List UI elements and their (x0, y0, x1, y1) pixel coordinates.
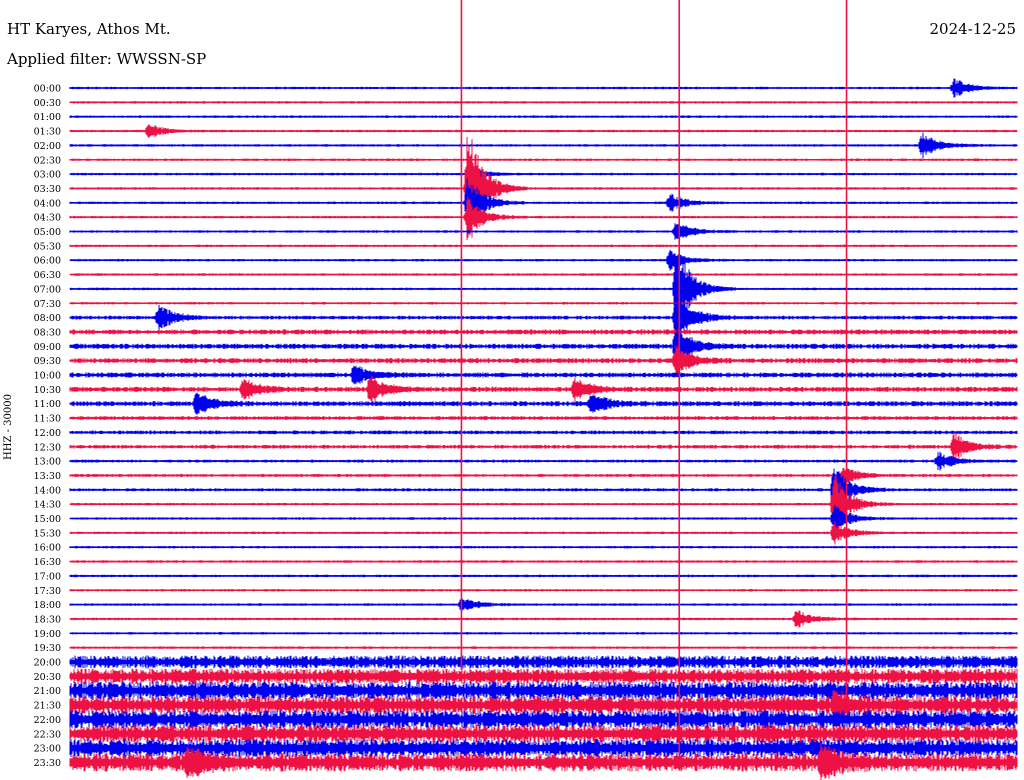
row-label: 03:30 (34, 184, 61, 195)
row-labels: 00:00 00:30 01:00 01:30 02:00 02:30 03:00 03:30… (34, 84, 61, 769)
row-label: 23:00 (34, 744, 61, 755)
row-label: 19:30 (34, 643, 61, 654)
row-label: 10:30 (34, 385, 61, 396)
row-label: 09:30 (34, 356, 61, 367)
row-label: 17:00 (34, 571, 61, 582)
row-label: 04:00 (34, 198, 61, 209)
row-label: 09:00 (34, 342, 61, 353)
row-label: 10:00 (34, 371, 61, 382)
row-label: 19:00 (34, 629, 61, 640)
row-label: 14:00 (34, 485, 61, 496)
row-label: 01:00 (34, 112, 61, 123)
row-label: 22:30 (34, 729, 61, 740)
row-label: 15:30 (34, 528, 61, 539)
row-label: 17:30 (34, 586, 61, 597)
row-label: 05:00 (34, 227, 61, 238)
row-label: 16:00 (34, 543, 61, 554)
row-label: 07:00 (34, 284, 61, 295)
row-label: 02:00 (34, 141, 61, 152)
row-label: 18:30 (34, 614, 61, 625)
row-label: 15:00 (34, 514, 61, 525)
row-label: 00:30 (34, 98, 61, 109)
row-label: 01:30 (34, 127, 61, 138)
row-label: 20:00 (34, 658, 61, 669)
traces (69, 78, 1018, 780)
row-label: 11:30 (34, 414, 61, 425)
row-label: 12:00 (34, 428, 61, 439)
helicorder-plot: 00:00 00:30 01:00 01:30 02:00 02:30 03:00 03:30… (34, 0, 1018, 780)
row-label: 11:00 (34, 399, 61, 410)
row-label: 02:30 (34, 155, 61, 166)
row-label: 03:00 (34, 170, 61, 181)
row-label: 21:00 (34, 686, 61, 697)
row-label: 00:00 (34, 84, 61, 95)
row-label: 08:30 (34, 327, 61, 338)
row-label: 14:30 (34, 500, 61, 511)
row-label: 13:30 (34, 471, 61, 482)
row-label: 12:30 (34, 442, 61, 453)
row-label: 13:00 (34, 457, 61, 468)
row-label: 21:30 (34, 701, 61, 712)
row-label: 08:00 (34, 313, 61, 324)
row-label: 22:00 (34, 715, 61, 726)
row-label: 05:30 (34, 241, 61, 252)
row-label: 06:00 (34, 256, 61, 267)
row-label: 06:30 (34, 270, 61, 281)
row-label: 23:30 (34, 758, 61, 769)
row-label: 20:30 (34, 672, 61, 683)
row-label: 07:30 (34, 299, 61, 310)
row-label: 18:00 (34, 600, 61, 611)
row-label: 16:30 (34, 557, 61, 568)
row-label: 04:30 (34, 213, 61, 224)
